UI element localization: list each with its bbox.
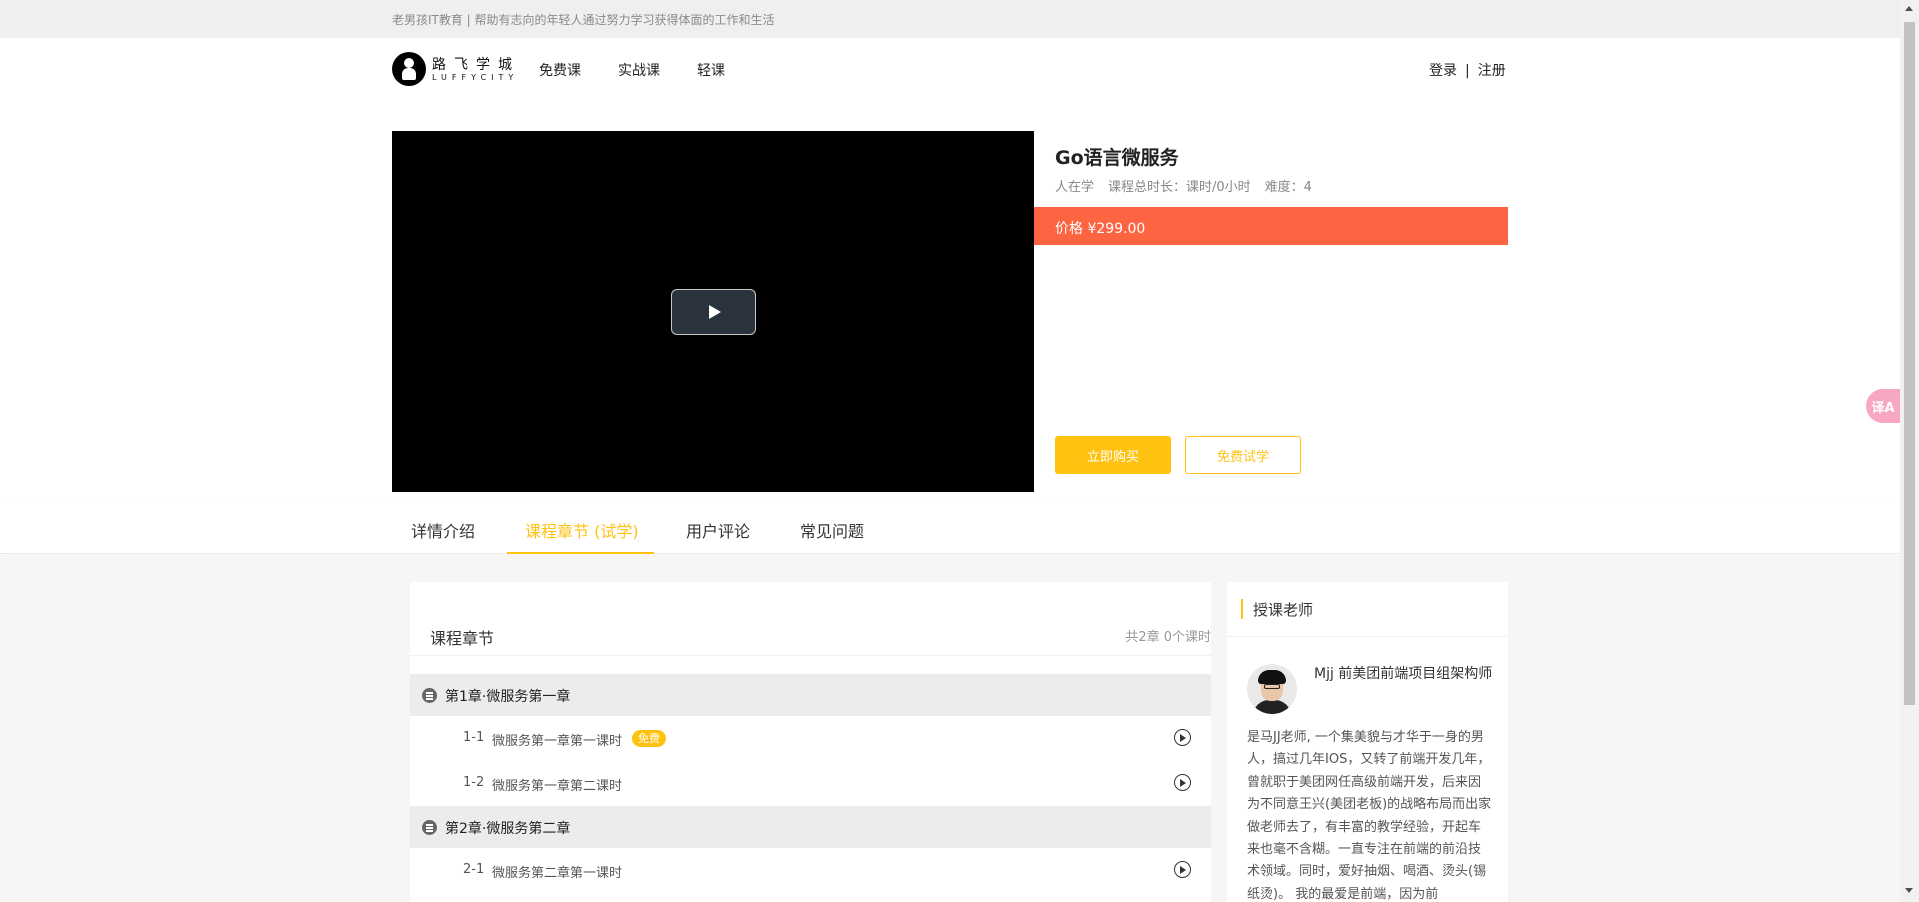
- lesson-row[interactable]: 2-1 微服务第二章第一课时: [410, 848, 1211, 892]
- lesson-row[interactable]: 1-2 微服务第一章第二课时: [410, 761, 1211, 805]
- chapter-panel-header: 课程章节 共2章 0个课时: [410, 582, 1211, 656]
- login-link[interactable]: 登录: [1429, 63, 1457, 79]
- price-bar: 价格 ¥299.00: [1034, 207, 1508, 245]
- course-duration: 课程总时长：课时/0小时: [1108, 180, 1251, 195]
- list-icon: [422, 688, 437, 703]
- video-player[interactable]: [392, 131, 1034, 492]
- teacher-bio: 是马JJ老师, 一个集美貌与才华于一身的男人，搞过几年IOS，又转了前端开发几年…: [1247, 730, 1492, 902]
- auth-separator: |: [1465, 63, 1470, 79]
- teacher-heading: 授课老师: [1253, 601, 1314, 619]
- tab-chapters[interactable]: 课程章节 (试学): [525, 518, 639, 542]
- play-icon: [709, 305, 721, 319]
- nav-light-courses[interactable]: 轻课: [697, 60, 725, 80]
- logo-en: LUFFYCITY: [432, 73, 519, 82]
- banner-text: 老男孩IT教育 | 帮助有志向的年轻人通过努力学习获得体面的工作和生活: [392, 13, 775, 27]
- chapter-title: 第1章·微服务第一章: [445, 689, 571, 705]
- buy-now-button[interactable]: 立即购买: [1055, 436, 1171, 474]
- tab-reviews[interactable]: 用户评论: [686, 518, 750, 542]
- lesson-title: 微服务第二章第一课时: [492, 866, 623, 881]
- lesson-title: 微服务第一章第一课时: [492, 734, 623, 749]
- scroll-up-icon[interactable]: [1905, 6, 1913, 11]
- free-trial-button[interactable]: 免费试学: [1185, 436, 1301, 474]
- scrollbar-thumb[interactable]: [1904, 22, 1915, 705]
- heading-accent-bar: [1241, 599, 1243, 619]
- play-circle-icon[interactable]: [1174, 861, 1191, 878]
- chapter-title: 第2章·微服务第二章: [445, 821, 571, 837]
- teacher-panel: 授课老师 Mjj 前美团前端项目组架构师 是马JJ老师, 一个集美貌与才华于一身…: [1227, 582, 1508, 902]
- chapter-count: 共2章 0个课时: [1125, 630, 1211, 645]
- lesson-number: 1-2: [463, 775, 485, 790]
- free-badge: 免费: [632, 730, 666, 747]
- list-icon: [422, 820, 437, 835]
- chapter-panel: 课程章节 共2章 0个课时 第1章·微服务第一章 1-1 微服务第一章第一课时 …: [410, 582, 1211, 902]
- teacher-panel-header: 授课老师: [1227, 582, 1508, 637]
- tab-faq[interactable]: 常见问题: [800, 518, 864, 542]
- nav-free-courses[interactable]: 免费课: [539, 60, 581, 80]
- chapter-row[interactable]: 第2章·微服务第二章: [410, 806, 1211, 848]
- course-price: 价格 ¥299.00: [1055, 221, 1146, 237]
- course-students: 人在学: [1055, 180, 1095, 195]
- nav-practical-courses[interactable]: 实战课: [618, 60, 660, 80]
- scroll-down-icon[interactable]: [1905, 888, 1913, 893]
- tab-details[interactable]: 详情介绍: [411, 518, 475, 542]
- chapter-heading: 课程章节: [430, 629, 495, 648]
- logo-mark-icon: [392, 52, 426, 86]
- translate-icon[interactable]: 译A: [1866, 389, 1900, 423]
- site-logo[interactable]: 路飞学城 LUFFYCITY: [392, 52, 513, 88]
- header: 路飞学城 LUFFYCITY 免费课 实战课 轻课 登录 | 注册: [0, 38, 1900, 100]
- course-title: Go语言微服务: [1055, 147, 1179, 169]
- course-tabs: 详情介绍 课程章节 (试学) 用户评论 常见问题: [0, 502, 1900, 554]
- course-difficulty: 难度：4: [1264, 180, 1312, 195]
- page-scrollbar[interactable]: [1900, 0, 1919, 902]
- course-meta: 人在学 课程总时长：课时/0小时 难度：4: [1055, 176, 1326, 195]
- lesson-number: 1-1: [463, 730, 485, 745]
- active-tab-indicator: [507, 552, 654, 554]
- register-link[interactable]: 注册: [1478, 63, 1506, 79]
- lesson-title: 微服务第一章第二课时: [492, 779, 623, 794]
- top-banner: 老男孩IT教育 | 帮助有志向的年轻人通过努力学习获得体面的工作和生活: [0, 0, 1900, 38]
- play-circle-icon[interactable]: [1174, 729, 1191, 746]
- video-play-button[interactable]: [671, 289, 756, 335]
- play-circle-icon[interactable]: [1174, 774, 1191, 791]
- teacher-name: Mjj 前美团前端项目组架构师: [1314, 666, 1493, 682]
- auth-links: 登录 | 注册: [1429, 60, 1506, 80]
- logo-cn: 路飞学城: [432, 57, 520, 73]
- lesson-number: 2-1: [463, 862, 485, 877]
- lesson-row[interactable]: 1-1 微服务第一章第一课时 免费: [410, 716, 1211, 760]
- chapter-row[interactable]: 第1章·微服务第一章: [410, 674, 1211, 716]
- teacher-avatar: [1247, 664, 1297, 714]
